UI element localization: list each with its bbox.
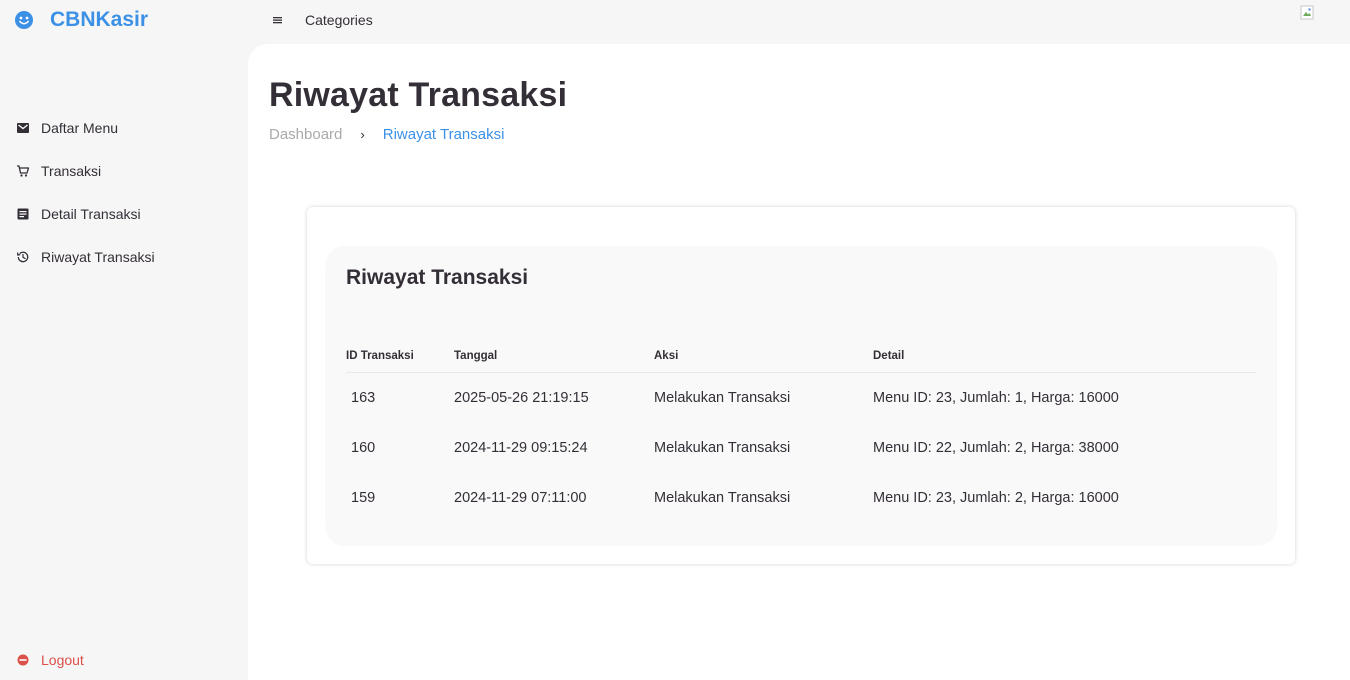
cell-tanggal: 2025-05-26 21:19:15 xyxy=(454,389,589,406)
sidebar-item-riwayat-transaksi[interactable]: Riwayat Transaksi xyxy=(0,235,248,278)
sidebar-item-label: Riwayat Transaksi xyxy=(41,248,155,265)
logout-label: Logout xyxy=(41,652,84,668)
cart-icon xyxy=(17,164,30,177)
logout-icon xyxy=(17,654,29,666)
table-row: 159 2024-11-29 07:11:00 Melakukan Transa… xyxy=(346,473,1256,524)
chevron-right-icon: › xyxy=(360,127,365,142)
column-header-id: ID Transaksi xyxy=(346,340,454,373)
cell-aksi: Melakukan Transaksi xyxy=(654,439,791,456)
history-card: Riwayat Transaksi ID Transaksi Tanggal A… xyxy=(307,207,1295,564)
cell-aksi: Melakukan Transaksi xyxy=(654,389,791,406)
sidebar-item-label: Detail Transaksi xyxy=(41,205,141,222)
sidebar: CBNKasir Daftar Menu Transaksi Detail Tr… xyxy=(0,0,248,680)
breadcrumb: Dashboard › Riwayat Transaksi xyxy=(269,126,504,143)
logout-button[interactable]: Logout xyxy=(16,652,84,668)
side-menu: Daftar Menu Transaksi Detail Transaksi R… xyxy=(0,106,248,278)
table-row: 160 2024-11-29 09:15:24 Melakukan Transa… xyxy=(346,423,1256,474)
profile-avatar-icon[interactable] xyxy=(1300,5,1316,21)
cell-id: 159 xyxy=(351,490,376,507)
cell-tanggal: 2024-11-29 07:11:00 xyxy=(454,490,587,507)
breadcrumb-current[interactable]: Riwayat Transaksi xyxy=(383,126,505,143)
cell-detail: Menu ID: 22, Jumlah: 2, Harga: 38000 xyxy=(873,439,1119,456)
sidebar-item-label: Transaksi xyxy=(41,162,102,179)
card-title: Riwayat Transaksi xyxy=(346,266,529,289)
column-header-aksi: Aksi xyxy=(654,340,873,373)
store-icon xyxy=(17,122,29,133)
cell-tanggal: 2024-11-29 09:15:24 xyxy=(454,439,588,456)
history-icon xyxy=(16,251,29,262)
brand[interactable]: CBNKasir xyxy=(14,6,148,34)
table-header-row: ID Transaksi Tanggal Aksi Detail xyxy=(346,340,1256,373)
history-table-panel: Riwayat Transaksi ID Transaksi Tanggal A… xyxy=(325,246,1277,546)
cell-detail: Menu ID: 23, Jumlah: 1, Harga: 16000 xyxy=(873,389,1119,406)
menu-icon[interactable] xyxy=(271,13,285,27)
column-header-tanggal: Tanggal xyxy=(454,340,654,373)
categories-link[interactable]: Categories xyxy=(305,12,373,28)
smile-icon xyxy=(15,11,33,29)
sidebar-item-transaksi[interactable]: Transaksi xyxy=(0,149,248,192)
cell-id: 160 xyxy=(351,439,376,456)
sidebar-item-detail-transaksi[interactable]: Detail Transaksi xyxy=(0,192,248,235)
sidebar-item-daftar-menu[interactable]: Daftar Menu xyxy=(0,106,248,149)
receipt-icon xyxy=(17,208,29,219)
top-nav: Categories xyxy=(248,0,1350,44)
history-table: ID Transaksi Tanggal Aksi Detail 163 202… xyxy=(346,340,1256,524)
cell-aksi: Melakukan Transaksi xyxy=(654,490,791,507)
cell-detail: Menu ID: 23, Jumlah: 2, Harga: 16000 xyxy=(873,490,1119,507)
page-title: Riwayat Transaksi xyxy=(269,76,568,114)
table-row: 163 2025-05-26 21:19:15 Melakukan Transa… xyxy=(346,372,1256,423)
breadcrumb-dashboard[interactable]: Dashboard xyxy=(269,126,342,143)
main-content: Riwayat Transaksi Dashboard › Riwayat Tr… xyxy=(248,44,1350,680)
sidebar-item-label: Daftar Menu xyxy=(41,119,119,136)
cell-id: 163 xyxy=(351,389,376,406)
column-header-detail: Detail xyxy=(873,340,1256,373)
brand-name: CBNKasir xyxy=(50,8,149,31)
